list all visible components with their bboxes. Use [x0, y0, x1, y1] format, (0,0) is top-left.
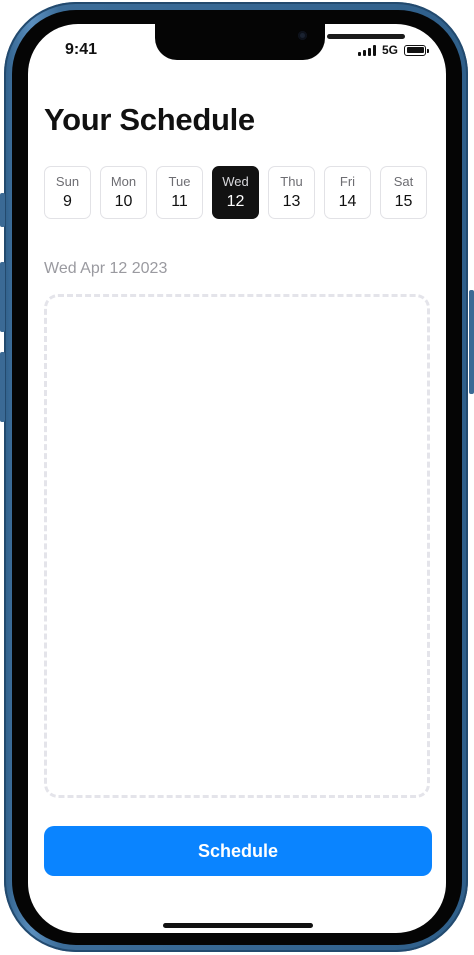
volume-up-button — [0, 262, 5, 332]
day-name: Mon — [110, 173, 137, 189]
day-chip-fri[interactable]: Fri 14 — [324, 166, 371, 219]
network-type: 5G — [381, 43, 398, 57]
home-indicator[interactable] — [163, 923, 313, 928]
cellular-signal-icon — [357, 44, 376, 56]
day-name: Wed — [222, 173, 249, 189]
day-name: Sat — [393, 173, 414, 189]
day-chip-sat[interactable]: Sat 15 — [380, 166, 427, 219]
power-button — [469, 290, 474, 394]
day-number: 13 — [282, 192, 301, 210]
app-screen: 9:41 5G Your Schedule Sun 9 Mon 10 Tue 11 Wed 1… — [28, 24, 446, 933]
day-chip-tue[interactable]: Tue 11 — [156, 166, 203, 219]
day-number: 11 — [171, 192, 188, 210]
camera-icon — [298, 31, 307, 40]
schedule-button[interactable]: Schedule — [44, 826, 432, 876]
battery-icon — [404, 44, 429, 56]
page-title: Your Schedule — [44, 102, 255, 137]
selected-date-label: Wed Apr 12 2023 — [44, 260, 168, 277]
status-time: 9:41 — [65, 41, 98, 58]
day-name: Tue — [168, 173, 191, 189]
day-chip-mon[interactable]: Mon 10 — [100, 166, 147, 219]
day-number: 10 — [114, 192, 133, 210]
day-chip-thu[interactable]: Thu 13 — [268, 166, 315, 219]
mute-switch — [0, 193, 5, 227]
day-selector: Sun 9 Mon 10 Tue 11 Wed 12 Thu 13 Fri 14 Sat 15 — [44, 166, 427, 219]
volume-down-button — [0, 352, 5, 422]
day-chip-sun[interactable]: Sun 9 — [44, 166, 91, 219]
speaker-grille — [327, 34, 405, 39]
day-name: Thu — [280, 173, 303, 189]
day-number: 15 — [394, 192, 413, 210]
time-slot-area[interactable] — [44, 294, 430, 798]
day-chip-wed[interactable]: Wed 12 — [212, 166, 259, 219]
day-number: 12 — [226, 192, 245, 210]
notch — [155, 24, 405, 60]
day-number: 14 — [338, 192, 357, 210]
day-name: Sun — [55, 173, 80, 189]
day-number: 9 — [63, 192, 72, 210]
status-indicators: 5G — [357, 43, 429, 57]
day-name: Fri — [339, 173, 356, 189]
